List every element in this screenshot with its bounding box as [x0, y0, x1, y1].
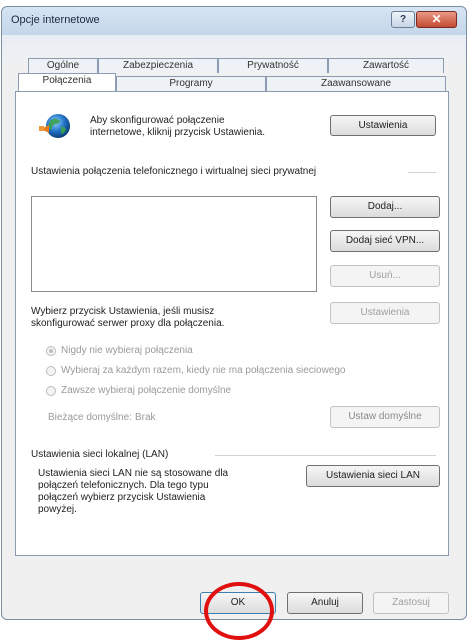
- dialup-settings-button[interactable]: Ustawienia: [330, 302, 440, 324]
- dialup-group-title: Ustawienia połączenia telefonicznego i w…: [31, 166, 317, 177]
- radio-never-dial[interactable]: [46, 346, 56, 356]
- cancel-button[interactable]: Anuluj: [287, 592, 363, 614]
- tab-privacy[interactable]: Prywatność: [218, 58, 328, 73]
- setup-text-line2: internetowe, kliknij przycisk Ustawienia…: [90, 127, 266, 138]
- current-default-label: Bieżące domyślne:: [48, 412, 132, 423]
- window-title: Opcje internetowe: [11, 14, 100, 26]
- remove-button[interactable]: Usuń...: [330, 265, 440, 287]
- option-dial-when-no-network-label: Wybieraj za każdym razem, kiedy nie ma p…: [61, 365, 346, 376]
- lan-text-line4: powyżej.: [38, 504, 77, 515]
- radio-always-dial[interactable]: [46, 386, 56, 396]
- add-button[interactable]: Dodaj...: [330, 196, 440, 218]
- setup-text-line1: Aby skonfigurować połączenie: [90, 115, 225, 126]
- tab-connections[interactable]: Połączenia: [18, 73, 116, 91]
- lan-group-divider: [215, 455, 436, 456]
- lan-text-line1: Ustawienia sieci LAN nie są stosowane dl…: [38, 468, 229, 479]
- setup-button[interactable]: Ustawienia: [330, 115, 436, 136]
- proxy-text-line1: Wybierz przycisk Ustawienia, jeśli musis…: [31, 306, 215, 317]
- current-default-value: Brak: [135, 412, 156, 423]
- close-button[interactable]: ✕: [416, 11, 457, 28]
- tab-programs[interactable]: Programy: [116, 76, 266, 91]
- dialup-group-divider: [408, 172, 436, 173]
- apply-button[interactable]: Zastosuj: [373, 592, 449, 614]
- add-vpn-button[interactable]: Dodaj sieć VPN...: [330, 230, 440, 252]
- lan-group-title: Ustawienia sieci lokalnej (LAN): [31, 449, 169, 460]
- tab-content[interactable]: Zawartość: [328, 58, 444, 73]
- option-never-dial-label: Nigdy nie wybieraj połączenia: [61, 345, 193, 356]
- radio-dial-when-no-network[interactable]: [46, 366, 56, 376]
- set-default-button[interactable]: Ustaw domyślne: [330, 406, 440, 428]
- option-always-dial-label: Zawsze wybieraj połączenie domyślne: [61, 385, 232, 396]
- help-button[interactable]: ?: [391, 11, 415, 28]
- tab-security[interactable]: Zabezpieczenia: [98, 58, 218, 73]
- lan-text-line2: połączeń telefonicznych. Dla tego typu: [38, 480, 209, 491]
- tab-general[interactable]: Ogólne: [28, 58, 98, 73]
- connections-listbox[interactable]: [31, 196, 317, 292]
- tab-advanced[interactable]: Zaawansowane: [266, 76, 446, 91]
- lan-text-line3: połączeń wybierz przycisk Ustawienia: [38, 492, 206, 503]
- proxy-text-line2: skonfigurować serwer proxy dla połączeni…: [31, 318, 225, 329]
- ok-button[interactable]: OK: [200, 592, 276, 614]
- globe-network-icon: [39, 111, 73, 141]
- lan-settings-button[interactable]: Ustawienia sieci LAN: [306, 465, 440, 487]
